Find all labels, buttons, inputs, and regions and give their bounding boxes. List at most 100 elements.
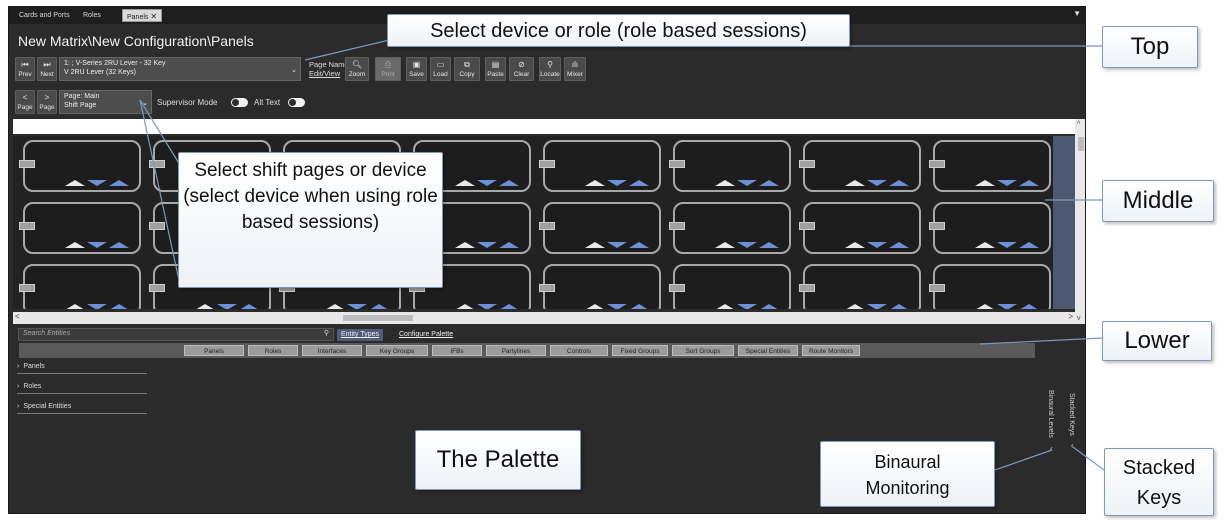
- key-triangle-shape: [845, 304, 865, 309]
- panel-key-shape[interactable]: [19, 140, 141, 192]
- tree-item-roles[interactable]: › Roles: [17, 383, 147, 394]
- key-tab-shape: [19, 284, 35, 292]
- tab-panels[interactable]: Panels ✕: [122, 9, 163, 22]
- panel-key-shape[interactable]: [929, 140, 1051, 192]
- filter-chip-fixed-groups[interactable]: Fixed Groups: [612, 345, 668, 356]
- search-icon[interactable]: ⚲: [324, 329, 329, 337]
- key-triangle-shape: [845, 242, 865, 248]
- page-next-button[interactable]: > Page: [37, 90, 57, 114]
- scroll-thumb[interactable]: [1078, 137, 1084, 151]
- panel-key-shape[interactable]: [669, 202, 791, 254]
- panel-key-shape[interactable]: [799, 140, 921, 192]
- panel-layout-canvas[interactable]: [13, 136, 1075, 309]
- tab-cards-and-ports[interactable]: Cards and Ports: [15, 9, 74, 22]
- key-triangle-shape: [607, 304, 627, 309]
- print-button[interactable]: ⎙ Print: [375, 57, 401, 81]
- page-prev-button[interactable]: < Page: [15, 90, 35, 114]
- key-tab-shape: [799, 284, 815, 292]
- panel-key-shape[interactable]: [539, 202, 661, 254]
- filter-chip-roles[interactable]: Roles: [248, 345, 298, 356]
- panel-key-shape[interactable]: [929, 202, 1051, 254]
- key-tab-shape: [929, 222, 945, 230]
- shift-page-select[interactable]: Page: Main Shift Page ⌄: [59, 90, 152, 114]
- panel-key-shape[interactable]: [669, 140, 791, 192]
- key-triangle-shape: [477, 180, 497, 186]
- horizontal-scrollbar[interactable]: < >: [13, 312, 1075, 324]
- filter-chip-sort-groups[interactable]: Sort Groups: [672, 345, 734, 356]
- key-triangle-shape: [585, 180, 605, 186]
- key-triangle-shape: [715, 242, 735, 248]
- chevron-right-icon: >: [44, 93, 50, 102]
- panel-key-shape[interactable]: [929, 264, 1051, 309]
- mixer-button[interactable]: ılı Mixer: [564, 57, 586, 81]
- load-button[interactable]: ▭ Load: [430, 57, 451, 81]
- filter-chip-special-entities[interactable]: Special Entities: [738, 345, 798, 356]
- close-icon[interactable]: ✕: [150, 12, 157, 21]
- panel-key-shape[interactable]: [19, 264, 141, 309]
- chevron-right-icon: ›: [17, 403, 20, 410]
- key-tab-shape: [669, 284, 685, 292]
- panel-key-shape[interactable]: [799, 202, 921, 254]
- key-tab-shape: [19, 222, 35, 230]
- next-button[interactable]: ⏭ Next: [37, 57, 57, 81]
- filter-chip-route-monitors[interactable]: Route Monitors: [802, 345, 860, 356]
- key-triangle-shape: [477, 242, 497, 248]
- stacked-keys-tab[interactable]: Stacked Keys: [1068, 393, 1075, 436]
- filter-chip-key-groups[interactable]: Key Groups: [366, 345, 428, 356]
- prev-button[interactable]: ⏮ Prev: [15, 57, 35, 81]
- vertical-scrollbar[interactable]: ^ v: [1075, 119, 1085, 324]
- panel-key-shape[interactable]: [669, 264, 791, 309]
- paste-button[interactable]: ▤ Paste: [485, 57, 506, 81]
- callout-the-palette: The Palette: [415, 430, 581, 490]
- panel-key-shape[interactable]: [19, 202, 141, 254]
- scroll-thumb[interactable]: [343, 315, 413, 321]
- key-triangle-shape: [455, 242, 475, 248]
- supervisor-mode-toggle[interactable]: [231, 98, 248, 107]
- locate-button[interactable]: ⚲ Locate: [539, 57, 561, 81]
- key-tab-shape: [929, 284, 945, 292]
- tree-item-special-entities[interactable]: › Special Entities: [17, 403, 147, 414]
- tree-item-panels[interactable]: › Panels: [17, 363, 147, 374]
- configure-palette-tab[interactable]: Configure Palette: [395, 329, 457, 341]
- key-tab-shape: [669, 160, 685, 168]
- alt-text-label: Alt Text: [254, 98, 281, 107]
- key-triangle-shape: [87, 304, 107, 309]
- key-triangle-shape: [997, 304, 1017, 309]
- filter-chip-controls[interactable]: Controls: [550, 345, 608, 356]
- tab-panels-label: Panels: [127, 14, 149, 21]
- key-triangle-shape: [759, 304, 779, 309]
- device-select[interactable]: 1: ; V-Series 2RU Lever - 32 Key V 2RU L…: [59, 57, 301, 81]
- scroll-left-icon[interactable]: <: [15, 312, 20, 321]
- key-triangle-shape: [455, 304, 475, 309]
- copy-button[interactable]: ⧉ Copy: [454, 57, 480, 81]
- key-triangle-shape: [109, 304, 129, 309]
- key-triangle-shape: [347, 304, 367, 309]
- chevron-left-icon[interactable]: ‹: [1071, 441, 1074, 450]
- panel-key-shape[interactable]: [539, 140, 661, 192]
- scroll-up-icon[interactable]: ^: [1077, 121, 1080, 128]
- tab-menu-icon[interactable]: ▼: [1073, 9, 1081, 18]
- callout-top: Top: [1102, 26, 1198, 68]
- search-input[interactable]: Search Entities ⚲: [18, 328, 334, 341]
- chevron-left-icon[interactable]: ‹: [1050, 444, 1053, 453]
- scroll-down-icon[interactable]: v: [1077, 315, 1081, 322]
- panel-key-shape[interactable]: [539, 264, 661, 309]
- filter-chip-partylines[interactable]: Partylines: [486, 345, 546, 356]
- scroll-right-icon[interactable]: >: [1068, 312, 1073, 321]
- panel-key-shape[interactable]: [799, 264, 921, 309]
- mixer-icon: ılı: [571, 60, 579, 69]
- key-triangle-shape: [109, 242, 129, 248]
- key-triangle-shape: [737, 242, 757, 248]
- filter-chip-panels[interactable]: Panels: [184, 345, 244, 356]
- alt-text-toggle[interactable]: [288, 98, 305, 107]
- filter-chip-ifbs[interactable]: IFBs: [432, 345, 482, 356]
- binaural-levels-tab[interactable]: Binaural Levels: [1047, 390, 1054, 438]
- entity-types-tab[interactable]: Entity Types: [337, 329, 384, 341]
- save-button[interactable]: ▣ Save: [406, 57, 427, 81]
- clear-button[interactable]: ⊘ Clear: [509, 57, 534, 81]
- key-tab-shape: [539, 160, 555, 168]
- filter-chip-interfaces[interactable]: Interfaces: [302, 345, 362, 356]
- tab-roles[interactable]: Roles: [79, 9, 105, 22]
- zoom-button[interactable]: 🔍︎ Zoom: [345, 57, 369, 81]
- key-triangle-shape: [629, 180, 649, 186]
